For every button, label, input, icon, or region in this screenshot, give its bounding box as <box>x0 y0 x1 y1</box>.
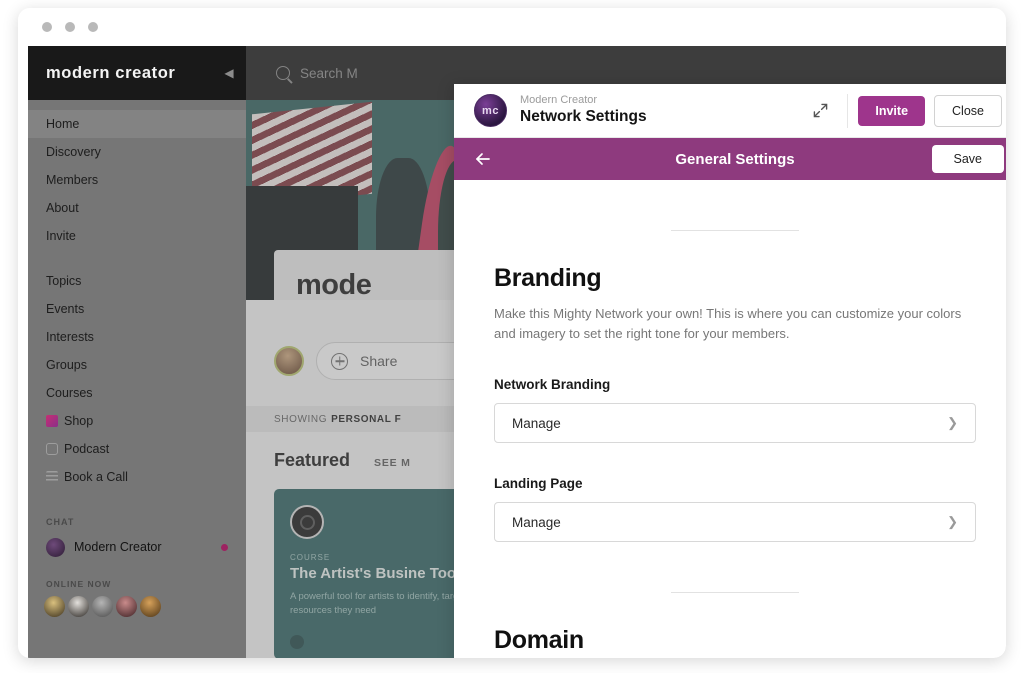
shop-icon <box>46 415 58 427</box>
sidebar-item-label: Home <box>46 117 80 131</box>
page-title: Network Settings <box>520 108 647 126</box>
maximize-window-dot[interactable] <box>88 22 98 32</box>
sidebar-item-label: Groups <box>46 358 87 372</box>
sidebar-item-discovery[interactable]: Discovery <box>28 138 246 166</box>
sidebar-item-interests[interactable]: Interests <box>28 323 246 351</box>
sidebar-item-label: Book a Call <box>64 470 128 484</box>
sidebar-item-label: About <box>46 201 79 215</box>
sidebar-item-courses[interactable]: Courses <box>28 379 246 407</box>
expand-icon[interactable] <box>803 94 837 128</box>
sidebar-item-label: Invite <box>46 229 76 243</box>
app-shell: modern creator ◀ Home Discovery Members … <box>28 46 1006 658</box>
sidebar-item-label: Podcast <box>64 442 110 456</box>
sidebar-item-about[interactable]: About <box>28 194 246 222</box>
avatar[interactable] <box>116 596 137 617</box>
sidebar-item-events[interactable]: Events <box>28 295 246 323</box>
settings-body[interactable]: Branding Make this Mighty Network your o… <box>454 180 1006 658</box>
sidebar-item-home[interactable]: Home <box>28 110 246 138</box>
network-branding-manage-button[interactable]: Manage ❯ <box>494 403 976 444</box>
sidebar-item-members[interactable]: Members <box>28 166 246 194</box>
arrow-left-icon[interactable] <box>472 148 494 170</box>
header-divider <box>847 93 849 128</box>
save-button[interactable]: Save <box>931 145 1004 173</box>
sidebar-header: modern creator ◀ <box>28 46 246 100</box>
invite-button[interactable]: Invite <box>858 95 926 126</box>
manage-label: Manage <box>512 514 561 530</box>
branding-heading: Branding <box>494 264 602 292</box>
chevron-right-icon: ❯ <box>947 415 958 431</box>
sidebar-item-label: Courses <box>46 386 93 400</box>
brand-logo: modern creator <box>46 63 176 82</box>
landing-page-manage-button[interactable]: Manage ❯ <box>494 502 976 543</box>
chat-item-modern-creator[interactable]: Modern Creator <box>28 533 246 561</box>
window-controls[interactable] <box>42 22 98 32</box>
section-divider <box>671 230 799 231</box>
browser-window: modern creator ◀ Home Discovery Members … <box>18 8 1006 658</box>
sidebar-item-podcast[interactable]: Podcast <box>28 435 246 463</box>
sidebar-item-topics[interactable]: Topics <box>28 267 246 295</box>
sidebar-item-label: Shop <box>64 414 94 428</box>
calendar-icon <box>46 471 58 483</box>
avatar[interactable] <box>140 596 161 617</box>
sidebar-item-groups[interactable]: Groups <box>28 351 246 379</box>
network-branding-label: Network Branding <box>494 377 611 393</box>
domain-heading: Domain <box>494 626 584 655</box>
branding-description: Make this Mighty Network your own! This … <box>494 306 962 342</box>
window-titlebar <box>18 8 1006 46</box>
avatar[interactable] <box>44 596 65 617</box>
chat-section-label: CHAT <box>46 517 75 527</box>
sidebar: modern creator ◀ Home Discovery Members … <box>28 46 246 658</box>
sidebar-nav-primary: Home Discovery Members About Invite Topi… <box>28 100 246 491</box>
screenshot-root: modern creator ◀ Home Discovery Members … <box>0 0 1024 673</box>
network-settings-modal: mc Modern Creator Network Settings Invit… <box>454 84 1006 658</box>
sidebar-item-shop[interactable]: Shop <box>28 407 246 435</box>
chevron-right-icon: ❯ <box>947 514 958 530</box>
sidebar-item-label: Interests <box>46 330 94 344</box>
unread-badge-dot <box>221 543 228 551</box>
close-button[interactable]: Close <box>934 94 1002 127</box>
sidebar-item-label: Events <box>46 302 85 316</box>
close-window-dot[interactable] <box>42 22 52 32</box>
sidebar-item-book-a-call[interactable]: Book a Call <box>28 463 246 491</box>
network-name: Modern Creator <box>520 93 598 106</box>
online-now-label: ONLINE NOW <box>46 579 112 589</box>
modal-header-text: Modern Creator Network Settings <box>520 94 803 128</box>
network-avatar: mc <box>474 94 507 127</box>
sidebar-item-label: Topics <box>46 274 82 288</box>
minimize-window-dot[interactable] <box>65 22 75 32</box>
online-now-avatars <box>28 596 246 617</box>
landing-page-label: Landing Page <box>494 476 583 492</box>
sidebar-item-label: Discovery <box>46 145 101 159</box>
podcast-icon <box>46 443 58 455</box>
sidebar-item-label: Members <box>46 173 99 187</box>
chat-item-label: Modern Creator <box>74 540 162 554</box>
chevron-left-icon[interactable]: ◀ <box>220 64 238 82</box>
avatar[interactable] <box>68 596 89 617</box>
settings-page-title: General Settings <box>675 150 795 168</box>
section-divider <box>671 592 799 594</box>
settings-toolbar: General Settings Save <box>454 138 1006 180</box>
modal-header: mc Modern Creator Network Settings Invit… <box>454 84 1006 138</box>
manage-label: Manage <box>512 415 561 431</box>
avatar <box>46 537 65 557</box>
sidebar-item-invite[interactable]: Invite <box>28 222 246 250</box>
avatar[interactable] <box>92 596 113 617</box>
